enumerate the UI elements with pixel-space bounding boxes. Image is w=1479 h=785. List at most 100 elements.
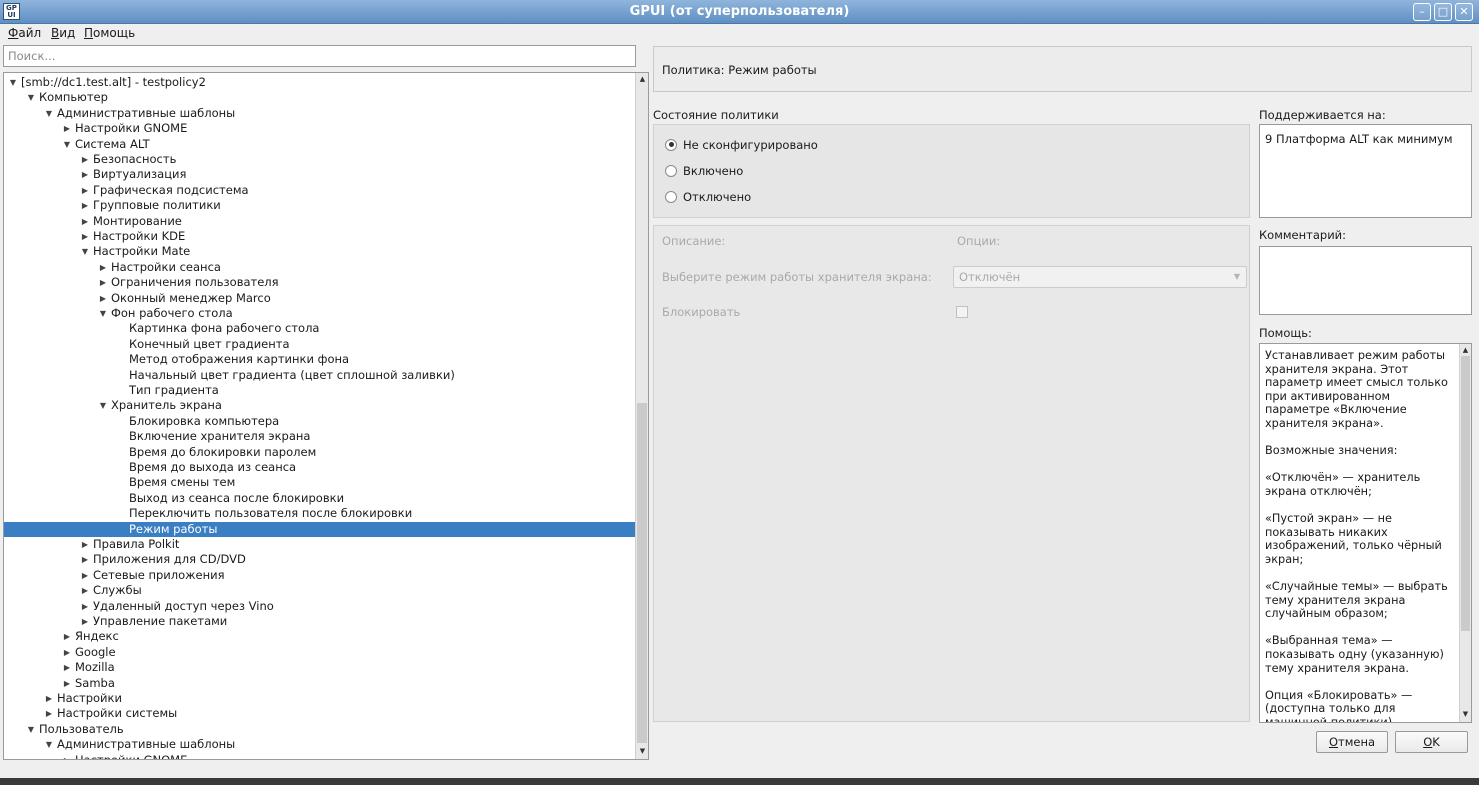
collapse-arrow-icon[interactable]: ▶ <box>80 614 90 629</box>
expand-arrow-icon[interactable]: ▼ <box>26 90 36 105</box>
collapse-arrow-icon[interactable]: ▶ <box>44 706 54 721</box>
tree-row[interactable]: ▼ Фон рабочего стола <box>4 306 637 321</box>
menu-file[interactable]: Файл <box>8 26 41 40</box>
tree-row[interactable]: ▶ Samba <box>4 676 637 691</box>
radio-unchecked-icon[interactable] <box>665 190 677 203</box>
tree-row[interactable]: ▶ Правила Polkit <box>4 537 637 552</box>
collapse-arrow-icon[interactable]: ▶ <box>80 568 90 583</box>
expand-arrow-icon[interactable]: ▼ <box>26 722 36 737</box>
radio-checked-icon[interactable] <box>665 138 677 151</box>
tree-row[interactable]: ▶ Безопасность <box>4 152 637 167</box>
tree-scroll-thumb[interactable] <box>637 403 647 743</box>
expand-arrow-icon[interactable]: ▼ <box>98 306 108 321</box>
tree-row[interactable]: ▶ Настройки системы <box>4 706 637 721</box>
help-text-box[interactable]: Устанавливает режим работы хранителя экр… <box>1259 343 1472 723</box>
tree-row[interactable]: ▼ Хранитель экрана <box>4 398 637 413</box>
minimize-button[interactable]: – <box>1413 3 1431 21</box>
tree-row[interactable]: ▼ Компьютер <box>4 90 637 105</box>
tree-row[interactable]: ▶ Службы <box>4 583 637 598</box>
scroll-up-icon[interactable]: ▲ <box>1460 345 1471 356</box>
collapse-arrow-icon[interactable]: ▶ <box>80 229 90 244</box>
title-bar[interactable]: GP UI GPUI (от суперпользователя) – □ ✕ <box>0 0 1479 24</box>
help-scrollbar[interactable]: ▲ ▼ <box>1459 344 1471 722</box>
tree-row[interactable]: Конечный цвет градиента <box>4 337 637 352</box>
collapse-arrow-icon[interactable]: ▶ <box>62 676 72 691</box>
tree-row[interactable]: ▼ Настройки Mate <box>4 244 637 259</box>
collapse-arrow-icon[interactable]: ▶ <box>80 167 90 182</box>
tree-row[interactable]: ▶ Монтирование <box>4 214 637 229</box>
tree-row[interactable]: ▶ Оконный менеджер Marco <box>4 291 637 306</box>
expand-arrow-icon[interactable]: ▼ <box>80 244 90 259</box>
scroll-down-icon[interactable]: ▼ <box>637 746 648 757</box>
collapse-arrow-icon[interactable]: ▶ <box>62 753 72 759</box>
collapse-arrow-icon[interactable]: ▶ <box>98 275 108 290</box>
tree-row[interactable]: ▶ Удаленный доступ через Vino <box>4 599 637 614</box>
collapse-arrow-icon[interactable]: ▶ <box>80 152 90 167</box>
scroll-up-icon[interactable]: ▲ <box>637 74 648 85</box>
collapse-arrow-icon[interactable]: ▶ <box>80 537 90 552</box>
expand-arrow-icon[interactable]: ▼ <box>62 137 72 152</box>
collapse-arrow-icon[interactable]: ▶ <box>80 583 90 598</box>
collapse-arrow-icon[interactable]: ▶ <box>98 260 108 275</box>
expand-arrow-icon[interactable]: ▼ <box>44 737 54 752</box>
tree-row[interactable]: ▶Настройки GNOME <box>4 121 637 136</box>
scroll-down-icon[interactable]: ▼ <box>1460 709 1471 720</box>
collapse-arrow-icon[interactable]: ▶ <box>44 691 54 706</box>
tree-row[interactable]: ▶ Управление пакетами <box>4 614 637 629</box>
supported-field[interactable]: 9 Платформа ALT как минимум <box>1259 124 1472 218</box>
collapse-arrow-icon[interactable]: ▶ <box>62 660 72 675</box>
tree-row[interactable]: Картинка фона рабочего стола <box>4 321 637 336</box>
policy-tree[interactable]: ▼ [smb://dc1.test.alt] - testpolicy2 ▼ Комп… <box>3 72 649 760</box>
tree-row[interactable]: ▶ Mozilla <box>4 660 637 675</box>
tree-row[interactable]: ▼ Система ALT <box>4 137 637 152</box>
menu-view[interactable]: Вид <box>51 26 75 40</box>
search-input[interactable] <box>3 45 636 67</box>
menu-help[interactable]: Помощь <box>84 26 135 40</box>
tree-row[interactable]: ▶ Сетевые приложения <box>4 568 637 583</box>
tree-row[interactable]: ▶ Настройки KDE <box>4 229 637 244</box>
collapse-arrow-icon[interactable]: ▶ <box>80 198 90 213</box>
collapse-arrow-icon[interactable]: ▶ <box>80 552 90 567</box>
radio-disabled[interactable]: Отключено <box>665 190 751 204</box>
collapse-arrow-icon[interactable]: ▶ <box>80 183 90 198</box>
tree-row[interactable]: Метод отображения картинки фона <box>4 352 637 367</box>
tree-scrollbar[interactable]: ▲ ▼ <box>635 73 648 759</box>
tree-row[interactable]: ▶ Графическая подсистема <box>4 183 637 198</box>
radio-enabled[interactable]: Включено <box>665 164 743 178</box>
expand-arrow-icon[interactable]: ▼ <box>98 398 108 413</box>
collapse-arrow-icon[interactable]: ▶ <box>62 121 72 136</box>
expand-arrow-icon[interactable]: ▼ <box>8 75 18 90</box>
radio-not-configured[interactable]: Не сконфигурировано <box>665 138 818 152</box>
tree-row[interactable]: ▶ Настройки сеанса <box>4 260 637 275</box>
collapse-arrow-icon[interactable]: ▶ <box>80 214 90 229</box>
close-button[interactable]: ✕ <box>1455 3 1473 21</box>
tree-row[interactable]: ▶ Настройки <box>4 691 637 706</box>
tree-row[interactable]: Тип градиента <box>4 383 637 398</box>
lock-checkbox[interactable] <box>956 306 968 318</box>
expand-arrow-icon[interactable]: ▼ <box>44 106 54 121</box>
collapse-arrow-icon[interactable]: ▶ <box>98 291 108 306</box>
tree-row[interactable]: Включение хранителя экрана <box>4 429 637 444</box>
ok-button[interactable]: OK <box>1395 731 1468 753</box>
help-scroll-thumb[interactable] <box>1461 356 1470 631</box>
tree-row[interactable]: Время до блокировки паролем <box>4 445 637 460</box>
tree-row[interactable]: Время смены тем <box>4 475 637 490</box>
tree-row[interactable]: ▶ Ограничения пользователя <box>4 275 637 290</box>
tree-row[interactable]: ▼ Административные шаблоны <box>4 737 637 752</box>
tree-row[interactable]: ▶ Приложения для CD/DVD <box>4 552 637 567</box>
tree-row[interactable]: ▶ Групповые политики <box>4 198 637 213</box>
cancel-button[interactable]: Отмена <box>1316 731 1388 753</box>
maximize-button[interactable]: □ <box>1434 3 1452 21</box>
tree-row[interactable]: ▶ Google <box>4 645 637 660</box>
tree-row[interactable]: Выход из сеанса после блокировки <box>4 491 637 506</box>
collapse-arrow-icon[interactable]: ▶ <box>62 629 72 644</box>
tree-row[interactable]: ▶ Яндекс <box>4 629 637 644</box>
tree-row[interactable]: Переключить пользователя после блокировк… <box>4 506 637 521</box>
tree-row[interactable]: ▼ [smb://dc1.test.alt] - testpolicy2 <box>4 75 637 90</box>
comment-field[interactable] <box>1259 246 1472 315</box>
tree-row[interactable]: ▼ Административные шаблоны <box>4 106 637 121</box>
mode-select[interactable]: Отключён ▼ <box>953 266 1247 288</box>
tree-row[interactable]: Режим работы <box>4 521 637 537</box>
tree-row[interactable]: ▶Настройки GNOME <box>4 753 637 759</box>
collapse-arrow-icon[interactable]: ▶ <box>80 599 90 614</box>
